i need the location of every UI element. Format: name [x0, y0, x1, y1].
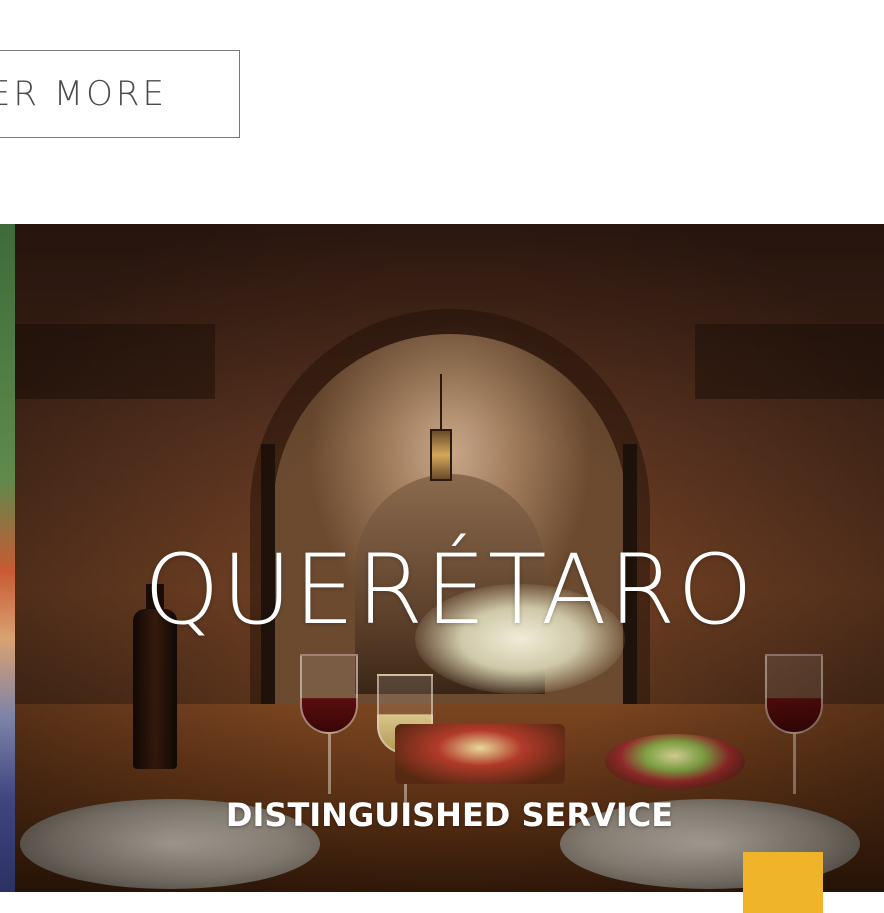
accent-square [743, 852, 823, 913]
discover-more-label: VER MORE [0, 74, 167, 114]
previous-slide-image[interactable] [0, 224, 15, 892]
discover-more-button[interactable]: VER MORE [0, 50, 240, 138]
page: VER MORE QUERÉTARO DISTINGUISHED SERVICE [0, 0, 884, 913]
hero-subtitle: DISTINGUISHED SERVICE [225, 796, 674, 834]
hero-slide[interactable]: QUERÉTARO DISTINGUISHED SERVICE [15, 224, 884, 892]
hero-title: QUERÉTARO [144, 534, 755, 646]
